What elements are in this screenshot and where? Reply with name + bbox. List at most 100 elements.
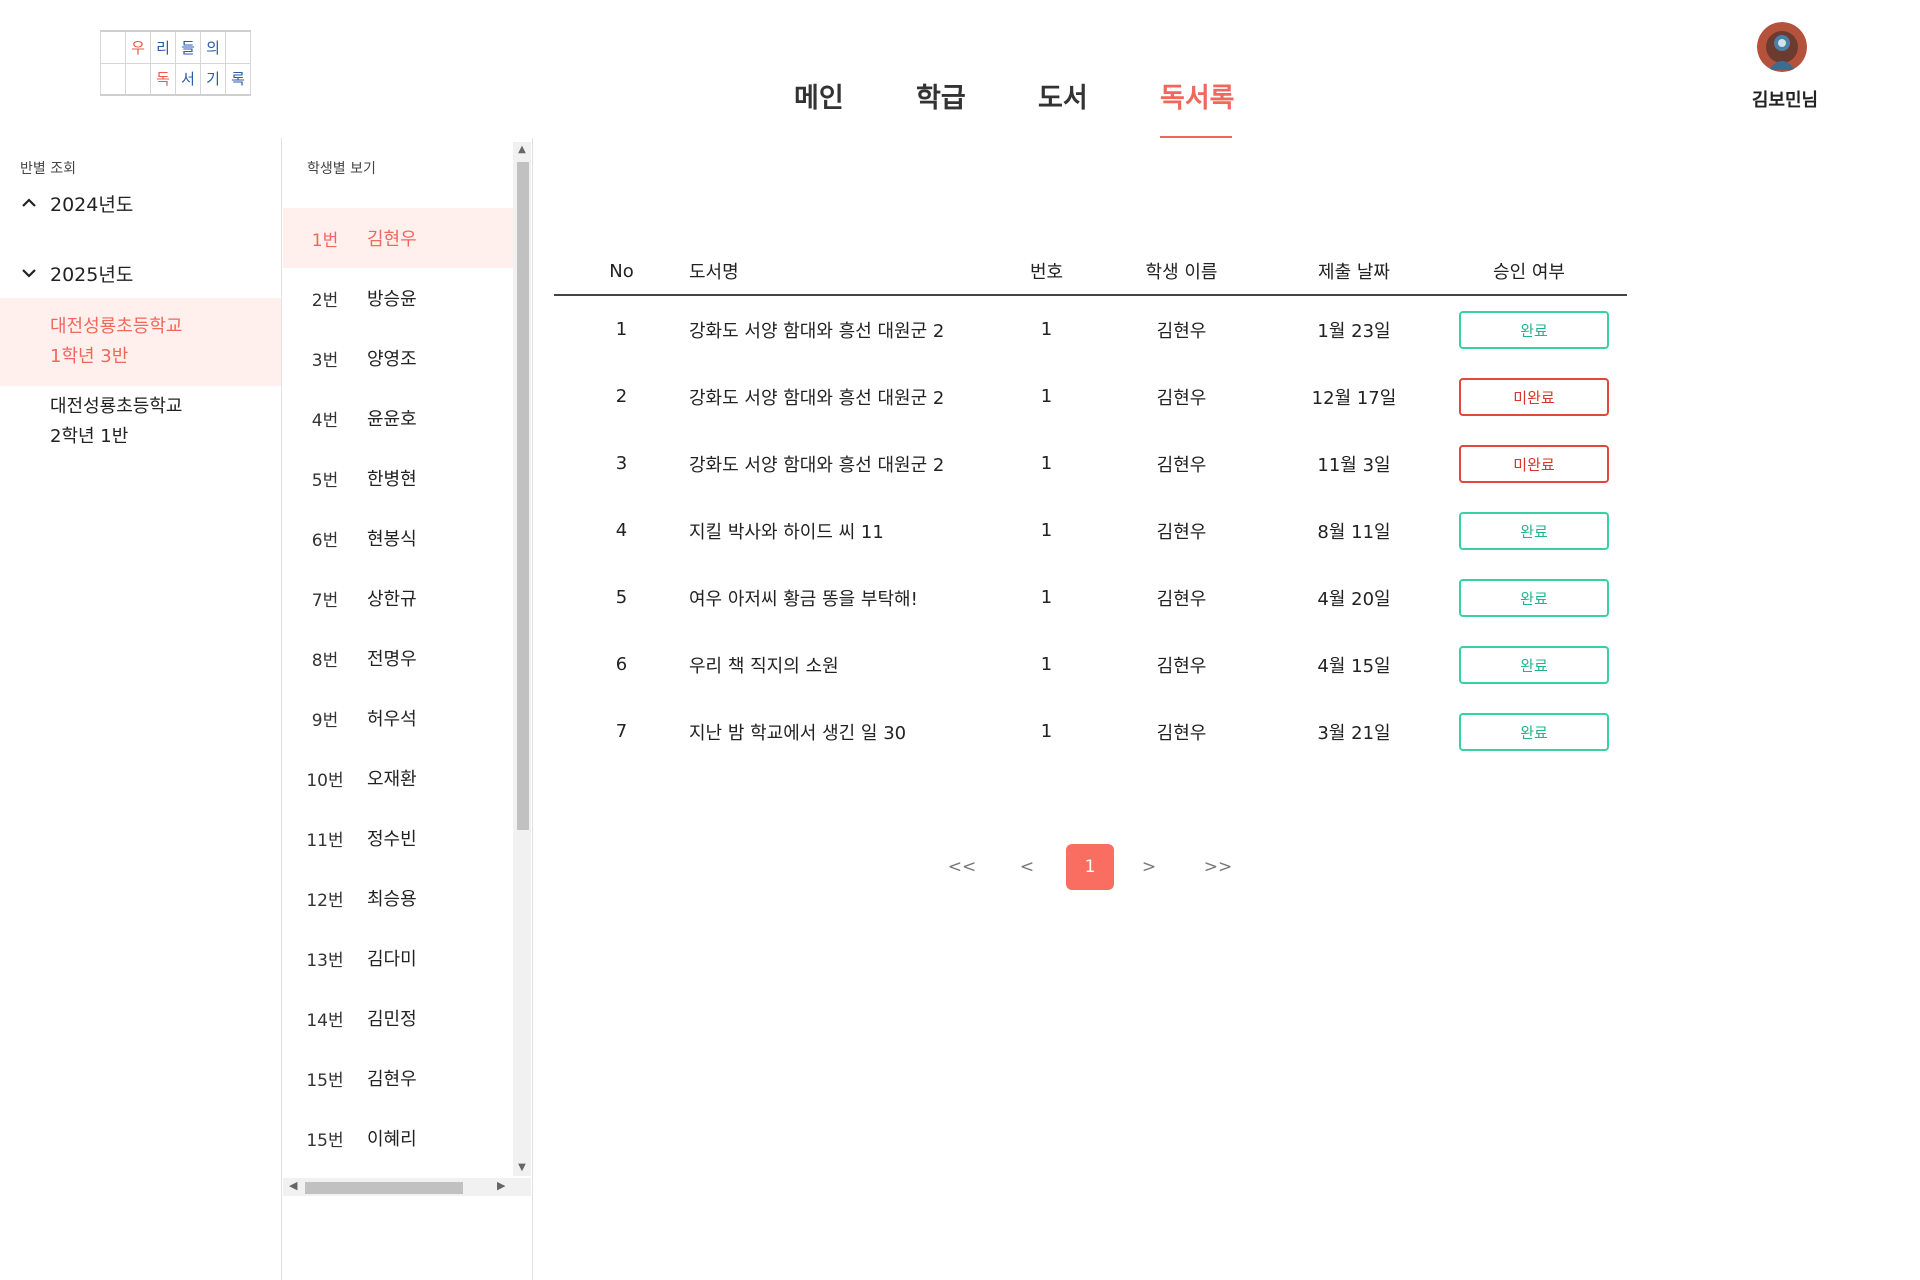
first-page-button[interactable]: << [940,844,984,890]
nav-item-books[interactable]: 도서 [1038,76,1088,115]
cell-book-title[interactable]: 여우 아저씨 황금 똥을 부탁해! [689,585,979,611]
student-list-vertical-scrollbar[interactable]: ▲ ▼ [513,142,531,1176]
scroll-up-arrow-icon[interactable]: ▲ [516,144,528,155]
cell-student-name: 김현우 [1156,521,1207,543]
table-row[interactable]: 1 강화도 서양 함대와 흥선 대원군 2 1 김현우 1월 23일 완료 [554,296,1627,363]
student-number: 11번 [306,830,344,851]
nav-item-class[interactable]: 학급 [916,76,966,115]
table-row[interactable]: 5 여우 아저씨 황금 똥을 부탁해! 1 김현우 4월 20일 완료 [554,564,1627,631]
student-item[interactable]: 11번 정수빈 [283,808,513,868]
student-number: 7번 [311,590,339,611]
student-number: 13번 [306,950,344,971]
table-row[interactable]: 4 지킬 박사와 하이드 씨 11 1 김현우 8월 11일 완료 [554,497,1627,564]
student-item[interactable]: 15번 이혜리 [283,1108,513,1168]
cell-approval: 미완료 [1459,377,1609,416]
table-row[interactable]: 6 우리 책 직지의 소원 1 김현우 4월 15일 완료 [554,631,1627,698]
class-item-selected[interactable]: 대전성룡초등학교 1학년 3반 [0,298,281,386]
class-school: 대전성룡초등학교 [50,396,183,417]
approval-status-button[interactable]: 완료 [1459,578,1609,617]
year-toggle-2025[interactable]: 2025년도 [22,260,133,287]
student-item[interactable]: 2번 방승윤 [283,268,513,328]
cell-no: 6 [615,654,628,675]
student-item[interactable]: 5번 한병현 [283,448,513,508]
approval-status-button[interactable]: 완료 [1459,645,1609,684]
cell-no: 4 [615,520,628,541]
student-number: 6번 [311,530,339,551]
pagination: << < 1 > >> [940,844,1240,890]
logo-cell [100,30,126,64]
cell-book-title[interactable]: 지킬 박사와 하이드 씨 11 [689,518,979,544]
cell-date: 11월 3일 [1317,454,1391,476]
scroll-down-arrow-icon[interactable]: ▼ [516,1162,528,1173]
student-number: 10번 [306,770,344,791]
student-number: 15번 [306,1070,344,1091]
cell-book-title[interactable]: 지난 밤 학교에서 생긴 일 30 [689,719,979,745]
cell-book-title[interactable]: 강화도 서양 함대와 흥선 대원군 2 [689,384,979,410]
chevron-up-icon [22,196,38,212]
student-item[interactable]: 12번 최승용 [283,868,513,928]
profile-name[interactable]: 김보민님 [1740,86,1830,112]
class-sidebar: 반별 조회 2024년도 2025년도 대전성룡초등학교 1학년 3반 대전성룡… [0,138,282,1280]
cell-no: 3 [615,453,628,474]
student-item[interactable]: 6번 현봉식 [283,508,513,568]
profile[interactable] [1752,22,1812,72]
table-row[interactable]: 7 지난 밤 학교에서 생긴 일 30 1 김현우 3월 21일 완료 [554,698,1627,765]
nav-item-main[interactable]: 메인 [794,76,844,115]
cell-no: 2 [615,386,628,407]
scroll-right-arrow-icon[interactable]: ▶ [497,1179,505,1192]
logo-cell: 들 [175,30,201,64]
student-item[interactable]: 4번 윤윤호 [283,388,513,448]
approval-status-button[interactable]: 미완료 [1459,377,1609,416]
cell-date: 8월 11일 [1317,521,1391,543]
student-name: 김현우 [367,1069,417,1090]
student-list-horizontal-scrollbar[interactable]: ◀ ▶ [283,1178,531,1196]
last-page-button[interactable]: >> [1196,844,1240,890]
student-name: 전명우 [367,649,417,670]
table-row[interactable]: 2 강화도 서양 함대와 흥선 대원군 2 1 김현우 12월 17일 미완료 [554,363,1627,430]
chevron-down-icon [22,266,38,282]
scrollbar-thumb[interactable] [305,1182,463,1194]
student-name: 김현우 [367,229,417,250]
nav-item-reading-log[interactable]: 독서록 [1160,76,1235,115]
approval-status-button[interactable]: 완료 [1459,511,1609,550]
cell-no: 7 [615,721,628,742]
header-title: 도서명 [689,262,739,283]
cell-book-title[interactable]: 강화도 서양 함대와 흥선 대원군 2 [689,317,979,343]
student-item[interactable]: 10번 오재환 [283,748,513,808]
student-item[interactable]: 14번 김민정 [283,988,513,1048]
student-item[interactable]: 9번 허우석 [283,688,513,748]
reading-log-table: No 도서명 번호 학생 이름 제출 날짜 승인 여부 1 강화도 서양 함대와… [554,248,1627,765]
student-number: 2번 [311,290,339,311]
student-item[interactable]: 7번 상한규 [283,568,513,628]
page-button-current[interactable]: 1 [1066,844,1114,890]
avatar[interactable] [1757,22,1807,72]
student-name: 오재환 [367,769,417,790]
scrollbar-thumb[interactable] [517,162,529,830]
student-name: 방승윤 [367,289,417,310]
student-item[interactable]: 15번 김현우 [283,1048,513,1108]
cell-book-title[interactable]: 강화도 서양 함대와 흥선 대원군 2 [689,451,979,477]
student-name: 양영조 [367,349,417,370]
next-page-button[interactable]: > [1134,844,1164,890]
class-item[interactable]: 대전성룡초등학교 2학년 1반 [0,378,281,466]
student-item[interactable]: 8번 전명우 [283,628,513,688]
approval-status-button[interactable]: 미완료 [1459,444,1609,483]
approval-status-button[interactable]: 완료 [1459,712,1609,751]
student-list: 1번 김현우 2번 방승윤 3번 양영조 4번 윤윤호 5번 한병현 6번 현봉식 7번 상한… [283,208,513,1242]
scroll-left-arrow-icon[interactable]: ◀ [289,1179,297,1192]
sidebar-title: 반별 조회 [20,161,76,177]
cell-approval: 완료 [1459,645,1609,684]
student-name: 윤윤호 [367,409,417,430]
year-toggle-2024[interactable]: 2024년도 [22,190,133,217]
cell-book-title[interactable]: 우리 책 직지의 소원 [689,652,979,678]
student-item[interactable]: 13번 김다미 [283,928,513,988]
cell-number: 1 [1040,721,1053,742]
student-number: 1번 [311,230,339,251]
student-item[interactable]: 1번 김현우 [283,208,513,268]
approval-status-button[interactable]: 완료 [1459,310,1609,349]
class-name: 2학년 1반 [50,426,129,447]
student-number: 14번 [306,1010,344,1031]
prev-page-button[interactable]: < [1012,844,1042,890]
table-row[interactable]: 3 강화도 서양 함대와 흥선 대원군 2 1 김현우 11월 3일 미완료 [554,430,1627,497]
student-item[interactable]: 3번 양영조 [283,328,513,388]
